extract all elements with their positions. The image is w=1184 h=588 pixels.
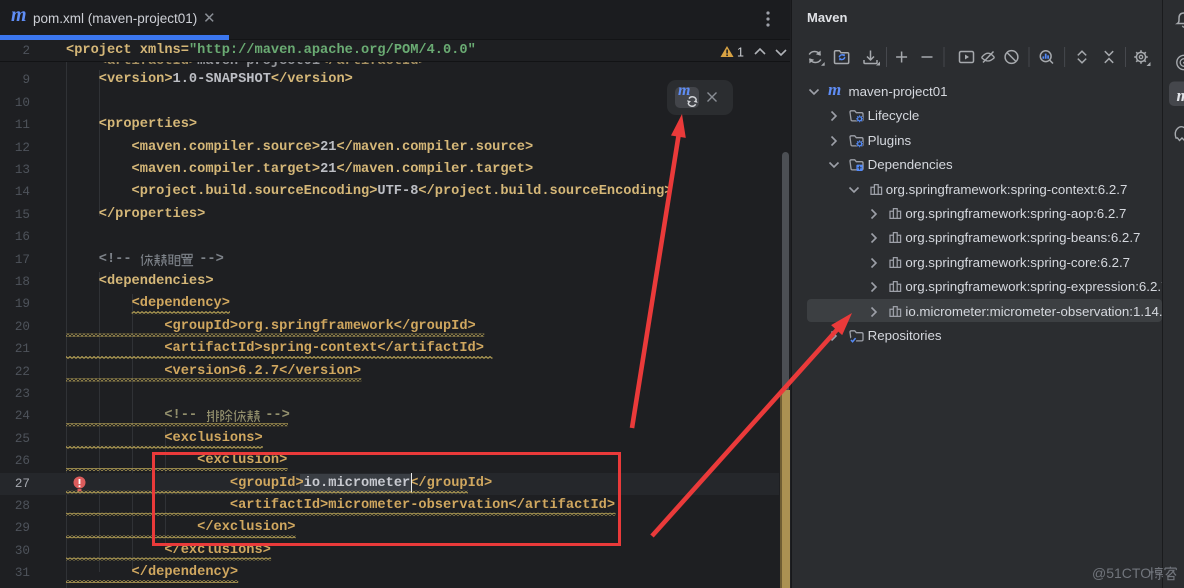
svg-text:m: m: [1177, 86, 1184, 105]
svg-text:1: 1: [737, 46, 744, 60]
